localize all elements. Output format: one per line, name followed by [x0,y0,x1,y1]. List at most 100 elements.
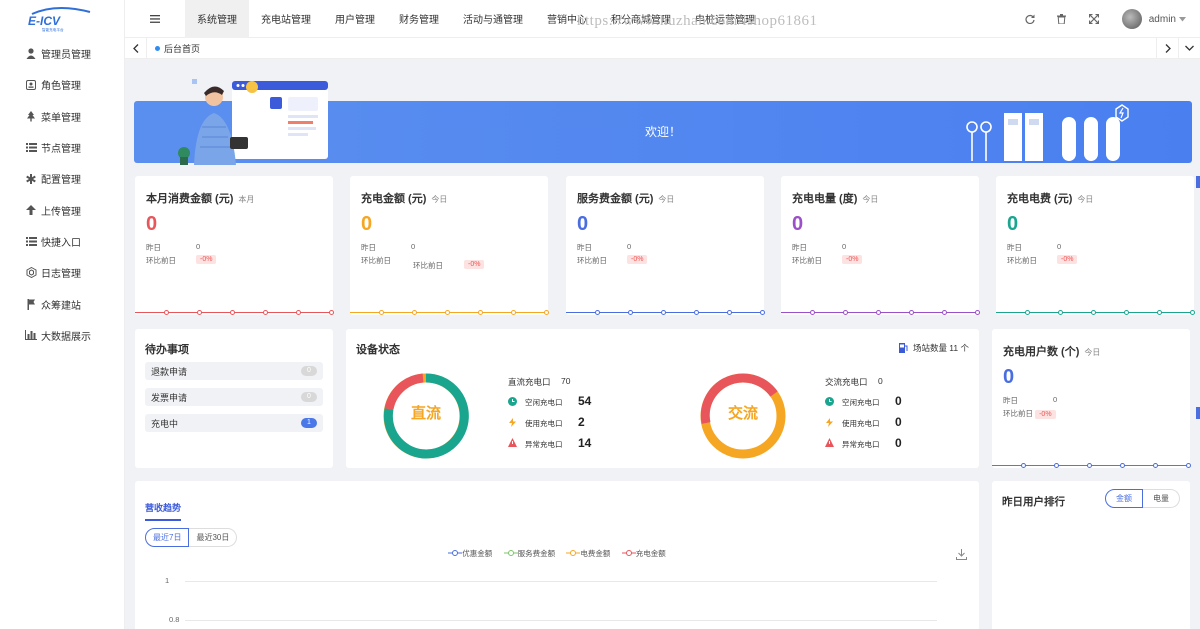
download-button[interactable] [956,549,967,563]
legend-discount[interactable]: 优惠金额 [448,548,492,559]
clear-cache-button[interactable] [1046,0,1078,38]
sidebar-item-log[interactable]: 日志管理 [0,257,124,288]
kpi-card: 本月消费金额 (元) 本月 0 昨日 0 环比前日 -0% [135,176,367,315]
chevron-down-icon [1185,45,1194,51]
download-icon [956,549,967,560]
sidebar-item-shortcut[interactable]: 快捷入口 [0,226,124,257]
trend-point [694,310,699,315]
todo-item-invoice[interactable]: 发票申请 0 [145,388,323,406]
trash-icon [1057,14,1067,24]
rank-by-energy-button[interactable]: 电量 [1143,489,1180,508]
sidebar-item-menu[interactable]: 菜单管理 [0,101,124,132]
svg-text:智能充电平台: 智能充电平台 [42,27,64,32]
trend-point [975,310,980,315]
sidebar-item-label: 角色管理 [41,81,81,93]
top-menu-system[interactable]: 系统管理 [185,0,249,38]
legend-service-fee[interactable]: 服务费金额 [503,548,555,559]
fuel-station-icon [898,343,908,353]
sidebar-item-role[interactable]: 角色管理 [0,69,124,100]
sidebar-item-label: 上传管理 [41,206,81,218]
kpi-card: 服务费金额 (元) 今日 0 昨日 0 环比前日 -0% [566,176,798,315]
top-menu-activity[interactable]: 活动与通管理 [451,0,535,38]
kpi-title: 充电电费 (元) 今日 [1007,190,1093,206]
trend-point [843,310,848,315]
kpi-yesterday-label: 昨日 [146,243,161,252]
ac-idle-value: 0 [895,394,902,408]
rank-by-amount-button[interactable]: 金额 [1105,489,1143,508]
top-menu-user[interactable]: 用户管理 [323,0,387,38]
sidebar-item-bigdata[interactable]: 大数据展示 [0,320,124,351]
sidebar-item-config[interactable]: 配置管理 [0,163,124,194]
sidebar-item-label: 配置管理 [41,175,81,187]
sidebar-item-admin[interactable]: 管理员管理 [0,38,124,69]
warning-icon [825,438,834,447]
kpi-yesterday-row: 昨日 0 [577,242,631,253]
users-compare-row: 环比前日 -0% [1003,408,1056,419]
trend-point [661,310,666,315]
dc-busy-value: 2 [578,415,585,429]
kpi-yesterday-row: 昨日 0 [792,242,846,253]
lightning-icon [509,418,516,427]
todo-item-charging[interactable]: 充电中 1 [145,414,323,432]
tree-icon [25,110,37,122]
tab-home[interactable]: 后台首页 [147,42,208,55]
users-compare-badge: -0% [1035,410,1056,419]
clock-icon [508,397,517,406]
kpi-title: 服务费金额 (元) 今日 [577,190,674,206]
revenue-tab[interactable]: 营收趋势 [145,501,182,521]
sidebar-item-crowdfund[interactable]: 众筹建站 [0,288,124,319]
users-yesterday-label: 昨日 [1003,396,1018,405]
kpi-yesterday-value: 0 [411,242,416,251]
gridline [185,620,937,621]
kpi-compare-badge: -0% [842,255,863,264]
trend-point [1087,463,1092,468]
tab-home-label: 后台首页 [164,43,201,54]
kpi-yesterday-label: 昨日 [792,243,807,252]
kpi-yesterday-value: 0 [196,242,201,251]
legend-charge-amount[interactable]: 充电金额 [621,548,666,559]
trend-point [379,310,384,315]
revenue-card: 营收趋势 最近7日 最近30日 优惠金额 服务费金额 电费金额 充电金额 1 0… [135,481,979,629]
admin-menu[interactable]: admin [1121,9,1186,29]
tabs-scroll-left-button[interactable] [125,37,147,59]
kpi-compare-row: 环比前日 -0% [1007,255,1157,266]
page-tabs-bar: 后台首页 [125,37,1200,59]
todo-count: 0 [301,392,317,402]
kpi-tag: 今日 [431,195,448,204]
kpi-value: 0 [146,213,158,235]
menu-toggle-button[interactable] [125,0,185,38]
tabs-more-button[interactable] [1178,37,1200,59]
trend-point [810,310,815,315]
kpi-compare-label: 环比前日 [792,256,822,265]
kpi-yesterday-label: 昨日 [1007,243,1022,252]
tabs-scroll-right-button[interactable] [1156,37,1178,59]
users-title-text: 充电用户数 (个) [1003,346,1080,358]
svg-text:E-ICV: E-ICV [28,14,61,28]
legend-electricity-fee[interactable]: 电费金额 [566,548,610,559]
kpi-compare-label: 环比前日 [146,256,176,265]
upload-arrow-icon [25,204,37,216]
scroll-indicator[interactable] [1196,407,1200,419]
top-menu-finance[interactable]: 财务管理 [387,0,451,38]
dc-busy-label: 使用充电口 [525,419,563,428]
sidebar-item-label: 大数据展示 [41,331,91,343]
asterisk-icon [25,173,37,185]
scroll-indicator[interactable] [1196,176,1200,188]
y-tick-1: 1 [165,576,170,585]
kpi-compare-label: 环比前日 [1007,256,1037,265]
kpi-compare-badge: -0% [1057,255,1078,264]
trend-point [760,310,765,315]
fullscreen-button[interactable] [1078,0,1110,38]
ranking-title: 昨日用户排行 [1002,496,1065,508]
fullscreen-icon [1088,14,1099,24]
trend-point [909,310,914,315]
kpi-card: 充电电量 (度) 今日 0 昨日 0 环比前日 -0% [781,176,1013,315]
top-menu-station[interactable]: 充电站管理 [249,0,323,38]
kpi-value: 0 [1007,213,1019,235]
sidebar-item-upload[interactable]: 上传管理 [0,194,124,225]
sidebar-item-node[interactable]: 节点管理 [0,132,124,163]
todo-item-refund[interactable]: 退款申请 0 [145,362,323,380]
logo[interactable]: E-ICV 智能充电平台 [0,0,124,38]
refresh-button[interactable] [1014,0,1046,38]
hamburger-icon [150,14,160,23]
